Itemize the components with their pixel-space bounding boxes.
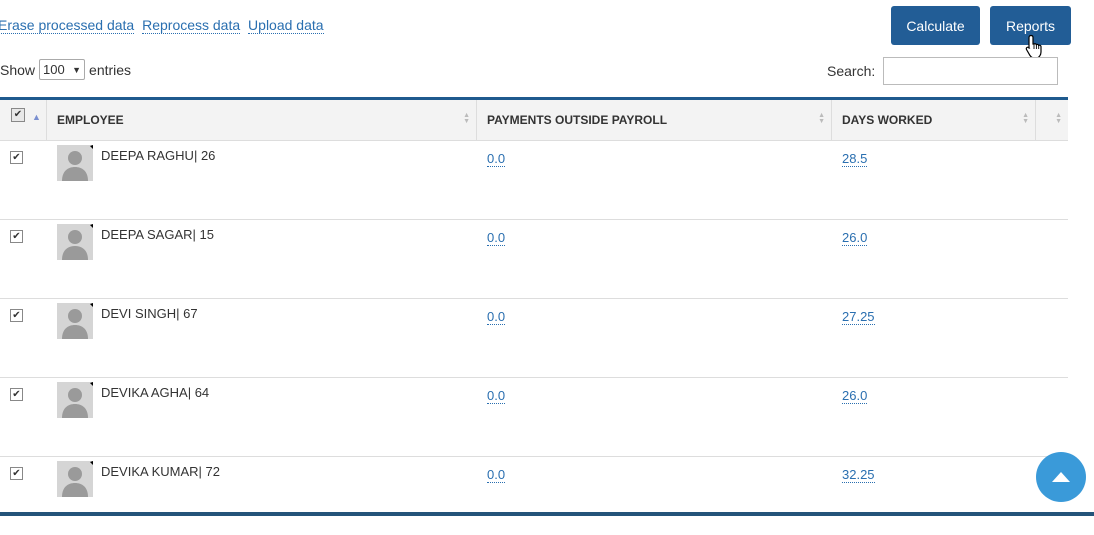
avatar-icon	[57, 303, 93, 339]
days-worked-value[interactable]: 28.5	[842, 151, 868, 167]
dropdown-arrow-icon: ▼	[72, 64, 82, 75]
avatar-icon	[57, 382, 93, 418]
show-label: Show	[0, 61, 36, 78]
employee-table: ✔ ▲ EMPLOYEE ▲ ▼ PAYMENTS OUTSIDE PAYROLL…	[0, 97, 1068, 535]
payments-value[interactable]: 0.0	[487, 309, 506, 325]
reprocess-data-link[interactable]: Reprocess data	[142, 17, 241, 34]
row-checkbox[interactable]: ✔	[10, 309, 23, 322]
table-row: ✔ DEVIKA KUMAR| 72 0.0 32.25	[0, 457, 1068, 535]
row-checkbox[interactable]: ✔	[10, 230, 23, 243]
days-worked-value[interactable]: 26.0	[842, 230, 868, 246]
row-checkbox[interactable]: ✔	[10, 151, 23, 164]
sort-icon: ▲ ▼	[1055, 112, 1062, 125]
payments-value[interactable]: 0.0	[487, 388, 506, 404]
select-all-header[interactable]: ✔ ▲	[0, 100, 47, 140]
days-worked-value[interactable]: 27.25	[842, 309, 875, 325]
bottom-border	[0, 512, 1094, 516]
select-all-checkbox[interactable]: ✔	[11, 108, 25, 122]
table-row: ✔ DEVIKA AGHA| 64 0.0 26.0	[0, 378, 1068, 457]
table-header: ✔ ▲ EMPLOYEE ▲ ▼ PAYMENTS OUTSIDE PAYROLL…	[0, 100, 1068, 141]
payments-value[interactable]: 0.0	[487, 230, 506, 246]
column-header-extra[interactable]: ▲ ▼	[1036, 100, 1068, 140]
page-length-select[interactable]: 100 ▼	[39, 59, 86, 80]
page-length-control: Show 100 ▼ entries	[0, 59, 131, 80]
avatar-icon	[57, 224, 93, 260]
payments-value[interactable]: 0.0	[487, 151, 506, 167]
table-row: ✔ DEVI SINGH| 67 0.0 27.25	[0, 299, 1068, 378]
days-worked-value[interactable]: 32.25	[842, 467, 875, 483]
employee-name[interactable]: DEVIKA AGHA| 64	[101, 385, 209, 400]
days-worked-value[interactable]: 26.0	[842, 388, 868, 404]
sort-asc-icon: ▲	[32, 112, 41, 122]
row-checkbox[interactable]: ✔	[10, 388, 23, 401]
entries-label: entries	[89, 61, 132, 78]
data-actions: Erase processed data Reprocess data Uplo…	[0, 17, 328, 34]
table-row: ✔ DEEPA RAGHU| 26 0.0 28.5	[0, 141, 1068, 220]
column-header-days-worked[interactable]: DAYS WORKED ▲ ▼	[832, 100, 1036, 140]
sort-icon: ▲ ▼	[1022, 112, 1029, 125]
row-checkbox[interactable]: ✔	[10, 467, 23, 480]
employee-name[interactable]: DEVI SINGH| 67	[101, 306, 198, 321]
upload-data-link[interactable]: Upload data	[248, 17, 324, 34]
table-row: ✔ DEEPA SAGAR| 15 0.0 26.0	[0, 220, 1068, 299]
payments-value[interactable]: 0.0	[487, 467, 506, 483]
search-label: Search:	[827, 63, 876, 79]
employee-name[interactable]: DEEPA SAGAR| 15	[101, 227, 214, 242]
caret-up-icon	[1052, 472, 1070, 482]
avatar-icon	[57, 145, 93, 181]
sort-icon: ▲ ▼	[818, 112, 825, 125]
avatar-icon	[57, 461, 93, 497]
header-label: DAYS WORKED	[842, 113, 933, 127]
header-label: EMPLOYEE	[57, 113, 124, 127]
table-body: ✔ DEEPA RAGHU| 26 0.0 28.5 ✔ DEEPA SAGAR…	[0, 141, 1068, 535]
employee-name[interactable]: DEEPA RAGHU| 26	[101, 148, 215, 163]
calculate-button[interactable]: Calculate	[891, 6, 980, 45]
page-length-value: 100	[43, 62, 65, 77]
column-header-employee[interactable]: EMPLOYEE ▲ ▼	[47, 100, 477, 140]
search-input[interactable]	[883, 57, 1058, 85]
erase-processed-data-link[interactable]: Erase processed data	[0, 17, 135, 34]
sort-icon: ▲ ▼	[463, 112, 470, 125]
scroll-to-top-button[interactable]	[1036, 452, 1086, 502]
header-label: PAYMENTS OUTSIDE PAYROLL	[487, 113, 668, 127]
column-header-payments[interactable]: PAYMENTS OUTSIDE PAYROLL ▲ ▼	[477, 100, 832, 140]
employee-name[interactable]: DEVIKA KUMAR| 72	[101, 464, 220, 479]
